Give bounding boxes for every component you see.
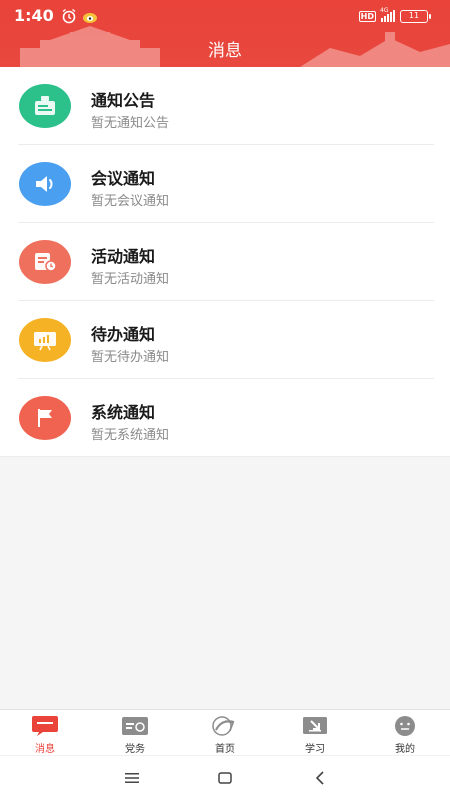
hd-badge: HD [358, 10, 376, 22]
party-affairs-icon [121, 715, 149, 737]
weibo-icon [82, 8, 100, 24]
flag-icon [19, 396, 71, 440]
tab-party-affairs[interactable]: 党务 [90, 710, 180, 755]
item-title: 系统通知 [91, 403, 156, 422]
status-indicators: HD 4G 11 [358, 7, 431, 24]
bottom-tab-bar: 消息 党务 首页 学习 我的 [0, 709, 450, 755]
home-logo-icon [211, 715, 239, 737]
page-title: 消息 [208, 41, 242, 61]
item-title: 通知公告 [91, 91, 156, 110]
app-header: 1:40 HD 4G 11 消息 [0, 0, 450, 67]
signal-icon: 4G [380, 7, 395, 22]
home-square-icon[interactable] [215, 768, 235, 788]
tab-label: 我的 [395, 744, 415, 755]
list-item-meeting[interactable]: 会议通知 暂无会议通知 [0, 145, 450, 223]
item-title: 活动通知 [91, 247, 156, 266]
tab-label: 消息 [35, 744, 55, 755]
system-navigation-bar [0, 755, 450, 800]
message-category-list: 通知公告 暂无通知公告 会议通知 暂无会议通知 活动通知 暂无活动通知 待办通知… [0, 67, 450, 457]
divider [0, 456, 450, 457]
item-subtitle: 暂无待办通知 [91, 350, 170, 365]
item-subtitle: 暂无会议通知 [91, 194, 170, 209]
tab-label: 党务 [125, 744, 145, 755]
status-time: 1:40 [14, 6, 54, 25]
presentation-board-icon [19, 318, 71, 362]
menu-icon[interactable] [122, 768, 142, 788]
message-icon [31, 715, 59, 737]
battery-level: 11 [408, 10, 420, 20]
status-bar: 1:40 HD 4G 11 [0, 0, 450, 32]
tab-label: 首页 [215, 744, 235, 755]
study-icon [301, 715, 329, 737]
alarm-icon [61, 8, 77, 24]
battery-icon: 11 [400, 9, 431, 23]
speaker-icon [19, 162, 71, 206]
tab-study[interactable]: 学习 [270, 710, 360, 755]
list-item-todo[interactable]: 待办通知 暂无待办通知 [0, 301, 450, 379]
item-subtitle: 暂无通知公告 [91, 116, 170, 131]
back-arrow-icon[interactable] [310, 768, 330, 788]
item-subtitle: 暂无活动通知 [91, 272, 170, 287]
tab-messages[interactable]: 消息 [0, 710, 90, 755]
list-item-system[interactable]: 系统通知 暂无系统通知 [0, 379, 450, 457]
item-title: 会议通知 [91, 169, 156, 188]
network-label: 4G [380, 7, 389, 14]
item-subtitle: 暂无系统通知 [91, 428, 170, 443]
list-item-activity[interactable]: 活动通知 暂无活动通知 [0, 223, 450, 301]
tab-profile[interactable]: 我的 [360, 710, 450, 755]
list-item-notice[interactable]: 通知公告 暂无通知公告 [0, 67, 450, 145]
item-title: 待办通知 [91, 325, 156, 344]
tab-home[interactable]: 首页 [180, 710, 270, 755]
notice-board-icon [19, 84, 71, 128]
profile-face-icon [391, 715, 419, 737]
calendar-clock-icon [19, 240, 71, 284]
tab-label: 学习 [305, 744, 325, 755]
